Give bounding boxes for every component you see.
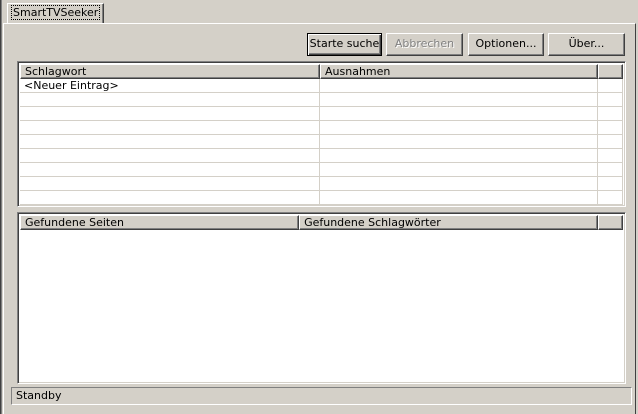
table-cell[interactable] — [320, 177, 599, 191]
table-cell[interactable] — [20, 135, 320, 149]
table-cell[interactable] — [20, 149, 320, 163]
table-cell[interactable] — [20, 107, 320, 121]
status-text: Standby — [16, 389, 62, 402]
table-cell[interactable]: <Neuer Eintrag> — [20, 79, 320, 93]
column-header-schlagwort[interactable]: Schlagwort — [20, 64, 320, 79]
column-header-filler — [598, 215, 623, 230]
table-row[interactable] — [20, 177, 624, 191]
tab-strip: SmartTVSeeker — [3, 0, 638, 24]
table-cell[interactable] — [320, 121, 599, 135]
table-cell[interactable] — [598, 205, 624, 206]
table-cell[interactable] — [598, 163, 624, 177]
table-cell[interactable] — [598, 191, 624, 205]
table-cell[interactable] — [320, 107, 599, 121]
keywords-table[interactable]: Schlagwort Ausnahmen <Neuer Eintrag> — [17, 61, 626, 207]
table-row[interactable] — [20, 93, 624, 107]
about-button[interactable]: Über... — [548, 33, 625, 56]
table-cell[interactable] — [320, 135, 599, 149]
table-cell[interactable] — [598, 121, 624, 135]
table-cell[interactable] — [598, 177, 624, 191]
app-window: SmartTVSeeker Starte suche Abbrechen Opt… — [0, 0, 638, 414]
results-table[interactable]: Gefundene Seiten Gefundene Schlagwörter — [17, 212, 626, 384]
cancel-button[interactable]: Abbrechen — [386, 33, 463, 56]
tab-label: SmartTVSeeker — [10, 5, 101, 20]
results-table-header: Gefundene Seiten Gefundene Schlagwörter — [20, 215, 623, 230]
table-row[interactable] — [20, 135, 624, 149]
table-row[interactable] — [20, 121, 624, 135]
results-table-body — [20, 230, 623, 381]
table-row[interactable] — [20, 163, 624, 177]
table-cell[interactable] — [598, 107, 624, 121]
table-cell[interactable] — [20, 163, 320, 177]
options-button[interactable]: Optionen... — [468, 33, 544, 56]
table-row[interactable] — [20, 191, 624, 205]
table-cell[interactable] — [20, 191, 320, 205]
tab-smarttvseeker[interactable]: SmartTVSeeker — [7, 3, 105, 23]
column-header-filler — [598, 64, 623, 79]
table-cell[interactable] — [20, 205, 320, 206]
table-cell[interactable] — [598, 135, 624, 149]
keywords-table-header: Schlagwort Ausnahmen — [20, 64, 623, 79]
table-cell[interactable] — [20, 177, 320, 191]
column-header-gefundene-schlagwoerter[interactable]: Gefundene Schlagwörter — [299, 215, 599, 230]
status-bar: Standby — [11, 387, 632, 405]
table-cell[interactable] — [598, 149, 624, 163]
table-row[interactable] — [20, 149, 624, 163]
table-cell[interactable] — [320, 191, 599, 205]
table-cell[interactable] — [320, 163, 599, 177]
table-row[interactable] — [20, 205, 624, 206]
table-cell[interactable] — [20, 93, 320, 107]
table-row[interactable]: <Neuer Eintrag> — [20, 79, 624, 93]
column-header-ausnahmen[interactable]: Ausnahmen — [320, 64, 599, 79]
table-cell[interactable] — [598, 79, 624, 93]
start-search-button[interactable]: Starte suche — [307, 33, 382, 56]
table-cell[interactable] — [320, 205, 599, 206]
table-cell[interactable] — [320, 79, 599, 93]
table-cell[interactable] — [20, 121, 320, 135]
column-header-gefundene-seiten[interactable]: Gefundene Seiten — [20, 215, 300, 230]
table-row[interactable] — [20, 107, 624, 121]
keywords-table-body: <Neuer Eintrag> — [20, 79, 624, 206]
table-cell[interactable] — [320, 93, 599, 107]
table-cell[interactable] — [320, 149, 599, 163]
table-cell[interactable] — [598, 93, 624, 107]
